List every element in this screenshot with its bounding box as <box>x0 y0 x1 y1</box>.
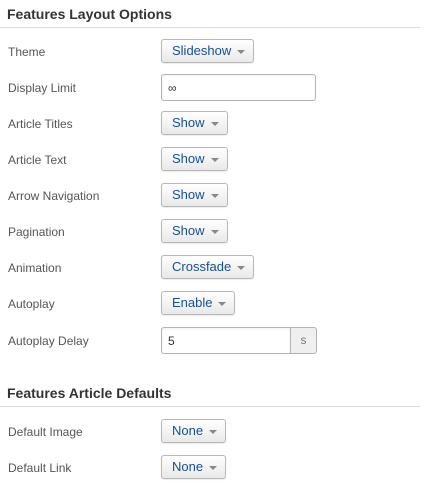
animation-label: Animation <box>8 261 62 275</box>
arrow-navigation-dropdown[interactable]: Show <box>161 183 228 207</box>
autoplay-value: Enable <box>172 295 213 310</box>
pagination-value: Show <box>172 223 205 238</box>
theme-value: Slideshow <box>172 43 232 58</box>
section-divider <box>0 406 420 407</box>
display-limit-input[interactable] <box>161 74 316 101</box>
article-titles-value: Show <box>172 115 205 130</box>
animation-dropdown[interactable]: Crossfade <box>161 255 255 279</box>
autoplay-dropdown[interactable]: Enable <box>161 291 236 315</box>
chevron-down-icon <box>210 121 219 126</box>
article-titles-dropdown[interactable]: Show <box>161 111 228 135</box>
theme-label: Theme <box>8 45 46 59</box>
display-limit-row: Display Limit <box>0 74 428 102</box>
arrow-navigation-label: Arrow Navigation <box>8 189 100 203</box>
theme-dropdown[interactable]: Slideshow <box>161 39 255 63</box>
autoplay-delay-label: Autoplay Delay <box>8 334 89 348</box>
autoplay-row: Autoplay Enable <box>0 290 428 318</box>
chevron-down-icon <box>210 193 219 198</box>
seconds-unit-addon: s <box>291 327 317 354</box>
article-defaults-heading: Features Article Defaults <box>7 385 172 401</box>
chevron-down-icon <box>237 265 246 270</box>
chevron-down-icon <box>218 301 227 306</box>
article-text-dropdown[interactable]: Show <box>161 147 228 171</box>
default-link-value: None <box>172 459 204 474</box>
animation-row: Animation Crossfade <box>0 254 428 282</box>
chevron-down-icon <box>209 429 218 434</box>
default-image-dropdown[interactable]: None <box>161 419 227 443</box>
chevron-down-icon <box>210 157 219 162</box>
display-limit-label: Display Limit <box>8 81 77 95</box>
chevron-down-icon <box>209 465 218 470</box>
section-divider <box>0 27 420 28</box>
default-image-row: Default Image None <box>0 418 428 446</box>
layout-options-heading: Features Layout Options <box>7 6 172 22</box>
animation-value: Crossfade <box>172 259 232 274</box>
autoplay-delay-group: s <box>161 327 317 354</box>
arrow-navigation-row: Arrow Navigation Show <box>0 182 428 210</box>
article-text-label: Article Text <box>8 153 67 167</box>
arrow-navigation-value: Show <box>172 187 205 202</box>
default-link-label: Default Link <box>8 461 72 475</box>
article-titles-row: Article Titles Show <box>0 110 428 138</box>
default-link-dropdown[interactable]: None <box>161 455 227 479</box>
pagination-label: Pagination <box>8 225 65 239</box>
pagination-row: Pagination Show <box>0 218 428 246</box>
autoplay-delay-input[interactable] <box>161 327 291 354</box>
pagination-dropdown[interactable]: Show <box>161 219 228 243</box>
article-text-row: Article Text Show <box>0 146 428 174</box>
theme-row: Theme Slideshow <box>0 38 428 66</box>
autoplay-delay-row: Autoplay Delay s <box>0 327 428 355</box>
autoplay-label: Autoplay <box>8 297 55 311</box>
chevron-down-icon <box>237 49 246 54</box>
default-image-label: Default Image <box>8 425 83 439</box>
article-titles-label: Article Titles <box>8 117 73 131</box>
default-link-row: Default Link None <box>0 454 428 482</box>
article-text-value: Show <box>172 151 205 166</box>
default-image-value: None <box>172 423 204 438</box>
chevron-down-icon <box>210 229 219 234</box>
